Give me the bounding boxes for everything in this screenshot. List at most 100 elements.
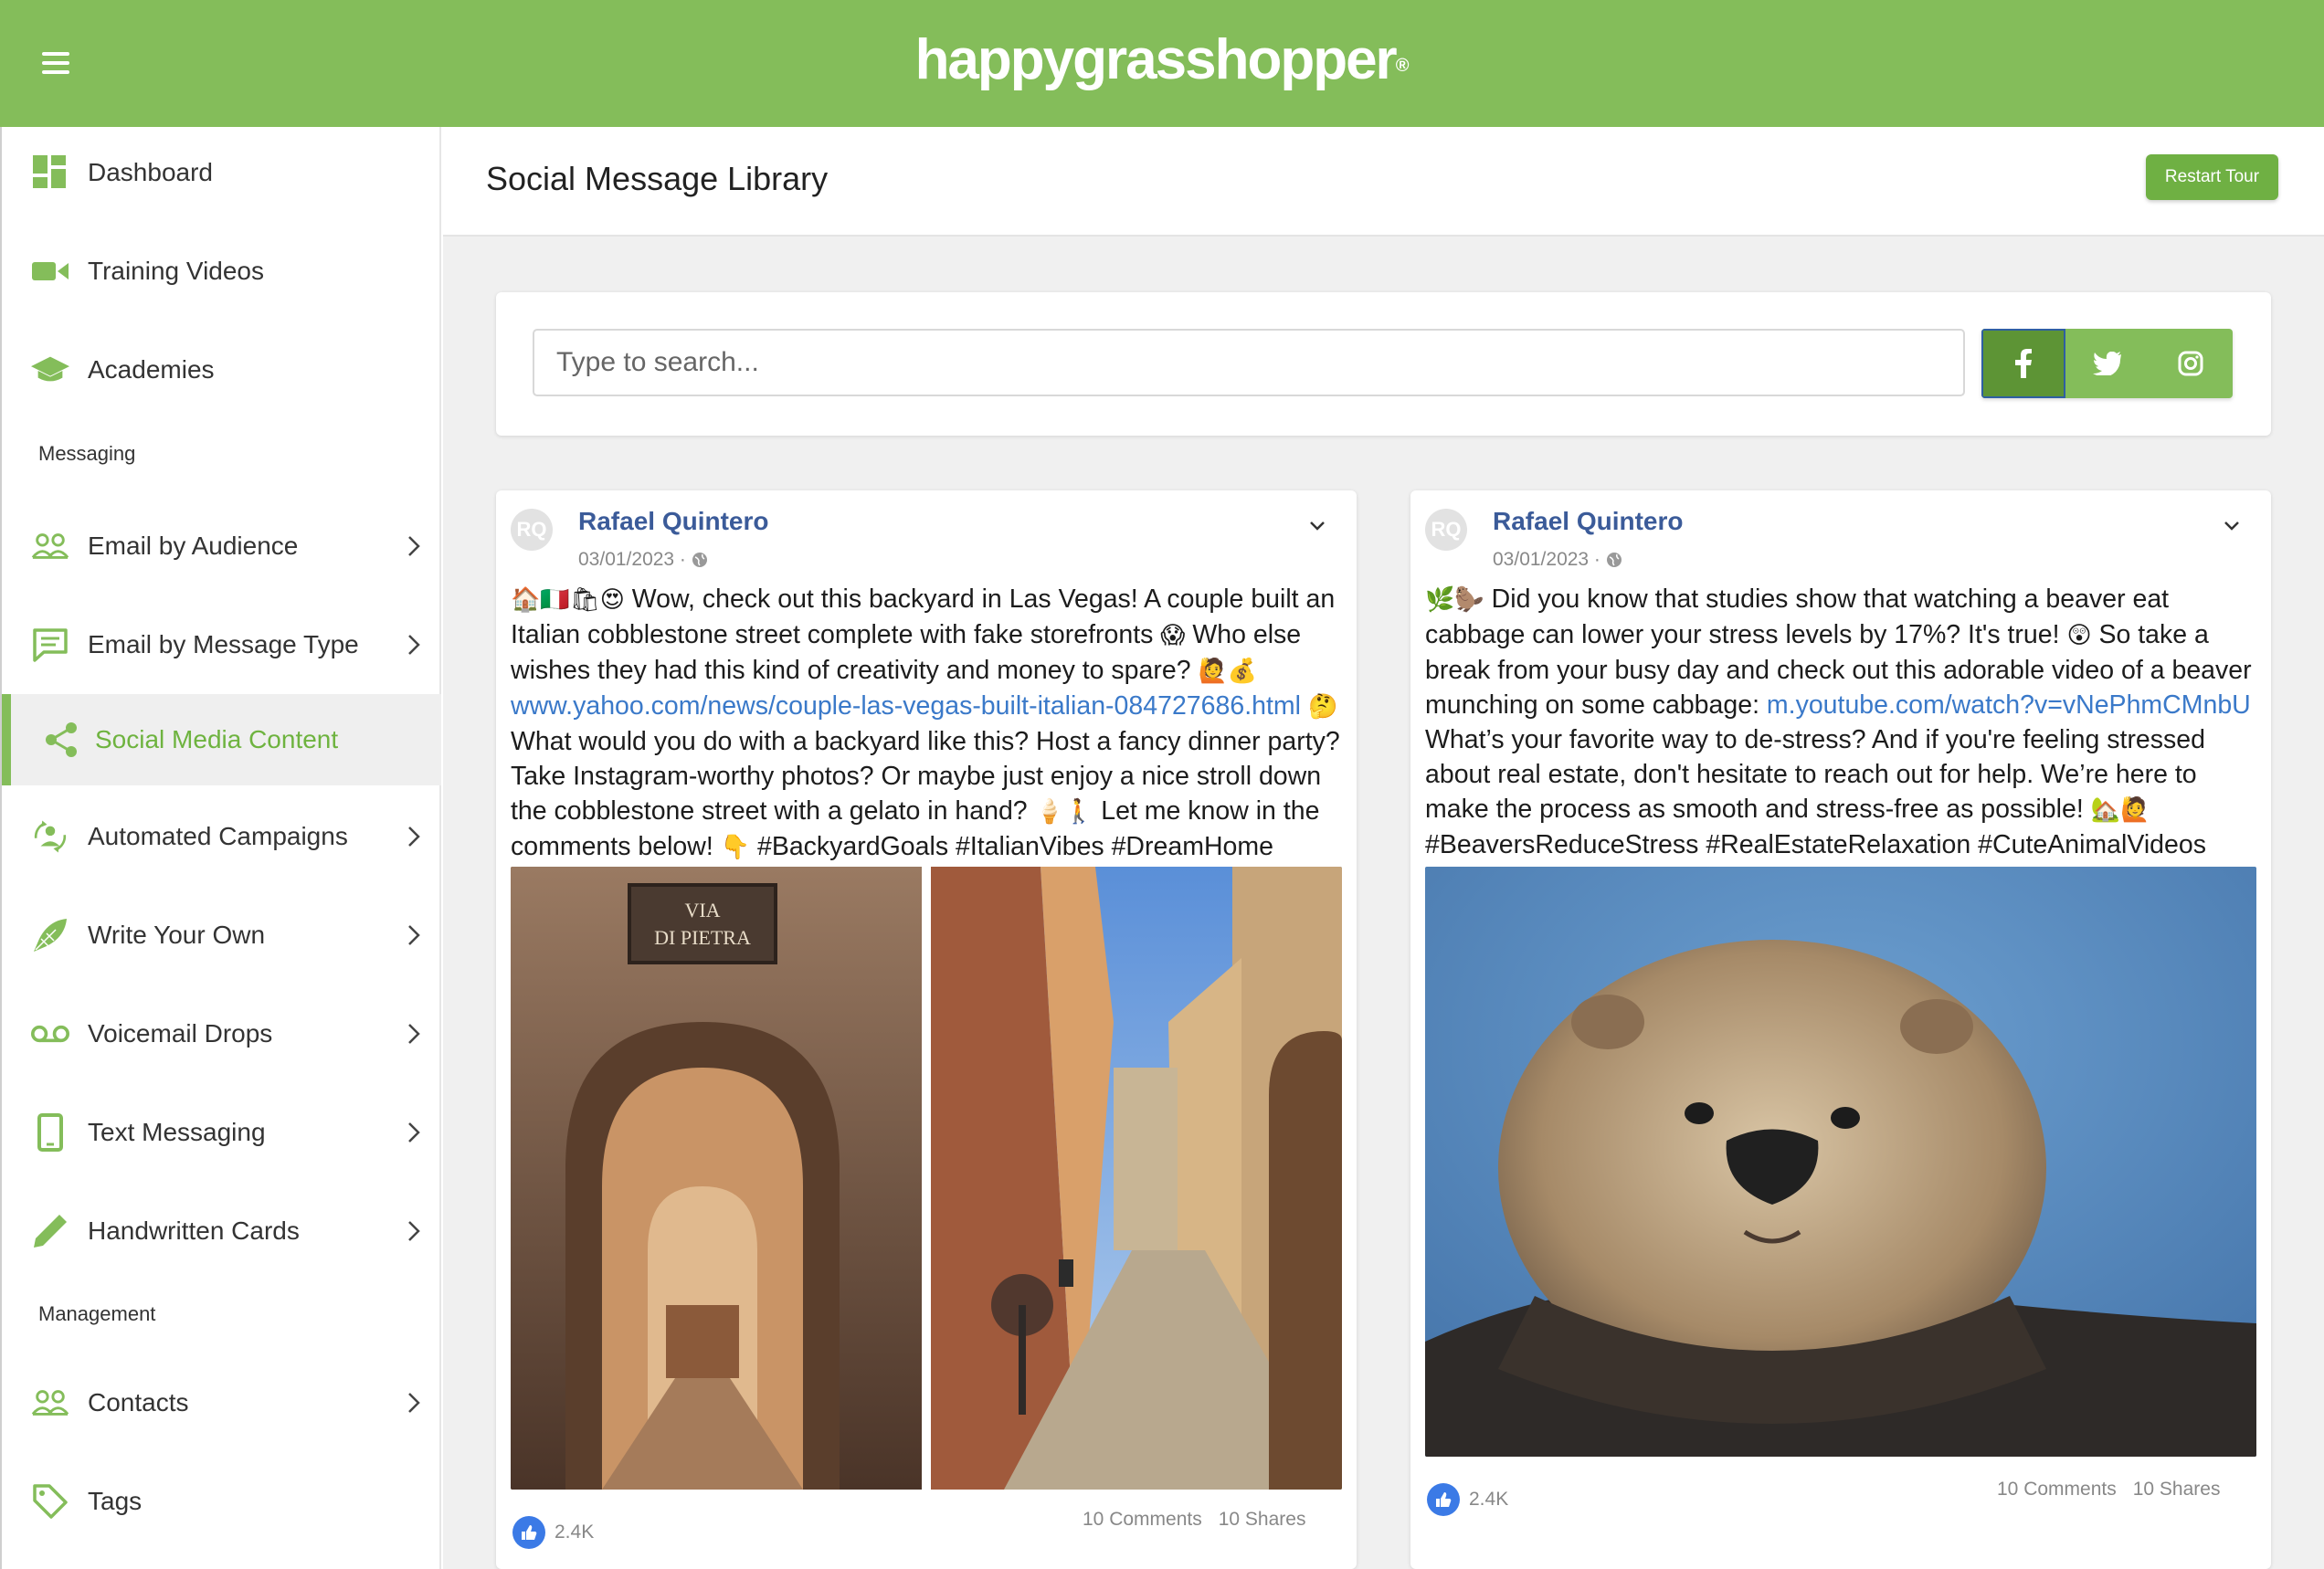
post-emoji: 🙋💰 [1198,658,1258,685]
social-post-card: RQ Rafael Quintero 03/01/2023 · 🌿🦫 Did y… [1410,490,2271,1569]
post-author-name[interactable]: Rafael Quintero [578,507,768,536]
post-date-text: 03/01/2023 · [1493,549,1600,570]
sidebar-item-label: Contacts [88,1388,189,1416]
chevron-down-icon[interactable] [2222,518,2242,534]
globe-icon [1606,553,1622,567]
video-camera-icon [31,253,69,290]
brand-logo[interactable]: happygrasshopper® [0,27,2324,92]
instagram-filter-button[interactable] [2149,329,2233,398]
post-text-segment: #BackyardGoals #ItalianVibes #DreamHome [750,832,1273,861]
message-icon [31,627,69,663]
post-emoji: 🤔 [1300,693,1338,721]
sidebar-item-label: Academies [88,355,215,384]
sidebar: Dashboard Training Videos Academies Mess… [0,127,441,1569]
sidebar-item-label: Write Your Own [88,921,266,949]
sidebar-item-label: Handwritten Cards [88,1216,300,1245]
post-stats: 10 Comments 10 Shares [1997,1479,2220,1501]
page-header: Social Message Library Restart Tour [443,127,2324,237]
sidebar-item-label: Voicemail Drops [88,1019,273,1048]
post-reactions[interactable]: 2.4K [512,1516,594,1549]
section-label-messaging: Messaging [38,442,136,465]
post-emoji: 😲 [2066,622,2092,649]
post-author-name[interactable]: Rafael Quintero [1493,507,1683,536]
chevron-right-icon [408,1393,420,1413]
sidebar-item-label: Text Messaging [88,1118,266,1146]
feather-icon [31,917,69,953]
like-icon [1427,1483,1460,1516]
sidebar-item-handwritten-cards[interactable]: Handwritten Cards [2,1185,441,1277]
automation-icon [31,818,69,855]
main-content: Social Message Library Restart Tour RQ R… [443,127,2324,1569]
post-text-segment: Did you know that studies show that watc… [1425,584,2170,649]
shares-count[interactable]: 10 Shares [2133,1479,2221,1501]
chevron-right-icon [408,536,420,556]
post-text-segment: What’s your favorite way to de-stress? A… [1425,725,2205,824]
sidebar-item-label: Social Media Content [95,725,339,753]
post-emoji: 😱 [1160,622,1186,649]
pen-icon [31,1213,69,1249]
like-count: 2.4K [1469,1489,1509,1510]
chevron-right-icon [408,925,420,945]
restart-tour-button[interactable]: Restart Tour [2146,154,2278,200]
like-count: 2.4K [555,1522,595,1543]
svg-text:VIA: VIA [684,899,720,921]
post-date: 03/01/2023 · [1493,549,1622,571]
post-reactions[interactable]: 2.4K [1427,1483,1508,1516]
chevron-right-icon [408,1122,420,1143]
share-icon [42,721,80,758]
dashboard-icon [31,154,69,191]
phone-icon [31,1113,69,1152]
facebook-filter-button[interactable] [1981,329,2065,398]
brand-mark: ® [1395,56,1410,76]
sidebar-item-label: Email by Message Type [88,630,359,658]
globe-icon [692,553,707,567]
shares-count[interactable]: 10 Shares [1219,1509,1306,1531]
post-link[interactable]: www.yahoo.com/news/couple-las-vegas-buil… [511,691,1301,721]
sidebar-item-training-videos[interactable]: Training Videos [2,226,441,317]
post-date-text: 03/01/2023 · [578,549,686,570]
comments-count[interactable]: 10 Comments [1083,1509,1202,1531]
search-input[interactable] [533,329,1965,396]
chevron-down-icon[interactable] [1307,518,1327,534]
sidebar-item-automated-campaigns[interactable]: Automated Campaigns [2,791,441,882]
sidebar-item-email-by-audience[interactable]: Email by Audience [2,500,441,592]
social-filter-group [1981,329,2233,398]
sidebar-item-email-by-message-type[interactable]: Email by Message Type [2,599,441,690]
avatar: RQ [511,509,553,551]
twitter-icon [2093,352,2122,375]
voicemail-icon [31,1016,69,1052]
chevron-right-icon [408,827,420,847]
post-photo [1425,867,2256,1457]
sidebar-item-contacts[interactable]: Contacts [2,1357,441,1448]
chevron-right-icon [408,635,420,655]
facebook-icon [2014,349,2032,378]
social-post-card: RQ Rafael Quintero 03/01/2023 · 🏠🇮🇹🛍😍 Wo… [496,490,1357,1569]
sidebar-item-dashboard[interactable]: Dashboard [2,127,441,218]
top-bar: happygrasshopper® [0,0,2324,127]
people-icon [31,1385,69,1421]
post-image-italian-street[interactable]: VIA DI PIETRA [511,867,1342,1490]
page-title: Social Message Library [486,160,829,197]
sidebar-item-academies[interactable]: Academies [2,324,441,416]
sidebar-item-write-your-own[interactable]: Write Your Own [2,890,441,981]
sidebar-item-text-messaging[interactable]: Text Messaging [2,1087,441,1178]
twitter-filter-button[interactable] [2065,329,2150,398]
svg-text:DI PIETRA: DI PIETRA [654,926,751,949]
post-emoji: 🍦🚶 [1034,798,1094,826]
sidebar-item-tags[interactable]: Tags [2,1456,441,1547]
comments-count[interactable]: 10 Comments [1997,1479,2117,1501]
search-card [496,292,2271,436]
graduation-cap-icon [31,352,69,388]
people-icon [31,528,69,564]
post-emoji: 🌿🦫 [1425,586,1484,614]
chevron-right-icon [408,1024,420,1044]
sidebar-item-voicemail-drops[interactable]: Voicemail Drops [2,988,441,1079]
post-image-otter[interactable] [1425,867,2256,1457]
like-icon [512,1516,545,1549]
post-photo: VIA DI PIETRA [511,867,1342,1490]
tag-icon [31,1483,69,1520]
post-link[interactable]: m.youtube.com/watch?v=vNePhmCMnbU [1767,690,2251,720]
sidebar-item-social-media-content[interactable]: Social Media Content [2,694,441,785]
brand-name: happygrasshopper [914,28,1398,91]
post-date: 03/01/2023 · [578,549,708,571]
